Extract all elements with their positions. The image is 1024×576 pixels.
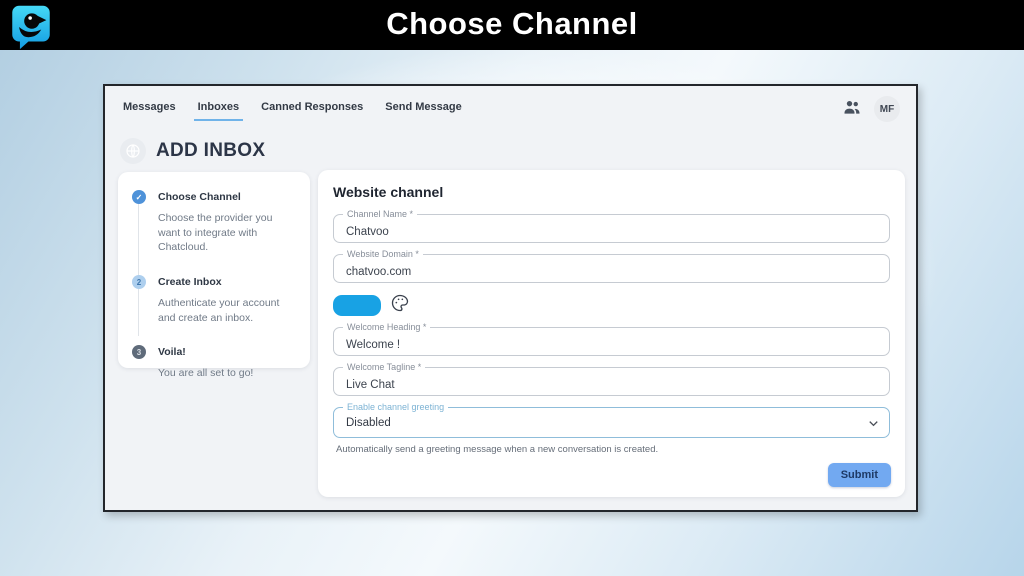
step-desc: You are all set to go! [158, 366, 296, 381]
website-domain-field: Website Domain * [333, 254, 890, 283]
tab-canned-responses[interactable]: Canned Responses [259, 97, 365, 121]
user-avatar[interactable]: MF [874, 96, 900, 122]
nav-right-controls: MF [842, 96, 900, 122]
welcome-tagline-field: Welcome Tagline * [333, 367, 890, 396]
widget-color-swatch[interactable] [333, 295, 381, 316]
step-title: Create Inbox [158, 275, 296, 289]
palette-icon[interactable] [390, 293, 410, 318]
top-banner: Choose Channel [0, 0, 1024, 50]
field-label: Welcome Tagline * [343, 362, 425, 373]
website-channel-form: Website channel Channel Name * Website D… [318, 170, 905, 497]
greeting-helper-text: Automatically send a greeting message wh… [336, 444, 890, 455]
tab-messages[interactable]: Messages [121, 97, 178, 121]
step-voila: 3 Voila! You are all set to go! [132, 345, 296, 381]
field-label: Welcome Heading * [343, 322, 430, 333]
app-window: Messages Inboxes Canned Responses Send M… [103, 84, 918, 512]
tab-inboxes[interactable]: Inboxes [196, 97, 242, 121]
page-title: ADD INBOX [156, 140, 265, 162]
wizard-steps-card: ✓ Choose Channel Choose the provider you… [118, 172, 310, 368]
chevron-down-icon [866, 416, 881, 436]
welcome-heading-field: Welcome Heading * [333, 327, 890, 356]
submit-button[interactable]: Submit [828, 463, 891, 487]
page-heading-row: ADD INBOX [105, 126, 916, 164]
channel-name-field: Channel Name * [333, 214, 890, 243]
step-choose-channel: ✓ Choose Channel Choose the provider you… [132, 190, 296, 255]
tab-send-message[interactable]: Send Message [383, 97, 463, 121]
step-create-inbox: 2 Create Inbox Authenticate your account… [132, 275, 296, 325]
page-background: Messages Inboxes Canned Responses Send M… [0, 50, 1024, 576]
field-label: Website Domain * [343, 249, 423, 260]
window-nav: Messages Inboxes Canned Responses Send M… [105, 86, 916, 126]
step-desc: Choose the provider you want to integrat… [158, 211, 296, 255]
select-label: Enable channel greeting [343, 402, 448, 413]
step-title: Voila! [158, 345, 296, 359]
step-number-badge: 3 [132, 345, 146, 359]
field-label: Channel Name * [343, 209, 417, 220]
form-title: Website channel [333, 184, 890, 200]
agents-icon[interactable] [842, 97, 862, 122]
widget-color-row [333, 294, 890, 316]
globe-icon[interactable] [120, 138, 146, 164]
step-number-badge: 2 [132, 275, 146, 289]
banner-title: Choose Channel [0, 6, 1024, 42]
enable-greeting-select[interactable]: Enable channel greeting Disabled [333, 407, 890, 438]
step-desc: Authenticate your account and create an … [158, 296, 296, 325]
step-title: Choose Channel [158, 190, 296, 204]
channel-name-input[interactable] [334, 215, 889, 242]
check-icon: ✓ [132, 190, 146, 204]
